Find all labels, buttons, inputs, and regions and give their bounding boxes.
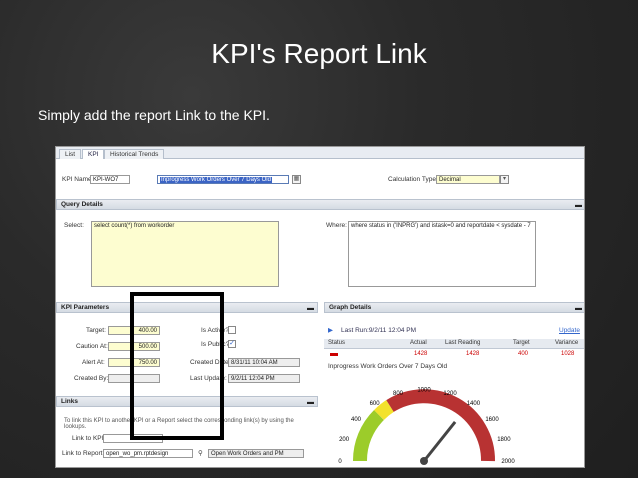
collapse-icon[interactable]: ▬ [307, 398, 314, 408]
caution-label: Caution At: [76, 343, 108, 350]
collapse-icon[interactable]: ▬ [575, 304, 582, 314]
kpi-description-text: Inprogress Work Orders Over 7 Days Old [160, 177, 272, 183]
created-date-field: 8/31/11 10:04 AM [228, 358, 300, 367]
gauge-tick-label: 200 [339, 437, 350, 443]
kpi-name-field[interactable]: KPI-WO7 [90, 175, 130, 184]
gauge-tick-label: 1600 [485, 417, 499, 423]
last-run-text: Last Run:9/2/11 12:04 PM [341, 327, 417, 334]
gauge-band-yellow [373, 400, 394, 421]
gauge-tick-label: 1800 [497, 437, 511, 443]
target-label: Target: [86, 327, 106, 334]
graph-details-header[interactable]: Graph Details ▬ [324, 302, 584, 314]
gauge-band-green [352, 410, 385, 462]
gauge-tick-label: 1400 [467, 401, 481, 407]
slide-subtitle: Simply add the report Link to the KPI. [38, 107, 270, 123]
variance-value: 1028 [561, 351, 575, 357]
collapse-icon[interactable]: ▬ [307, 304, 314, 314]
update-link[interactable]: Update [559, 327, 580, 334]
search-icon[interactable]: ⚲ [198, 449, 203, 457]
gauge-tick-label: 600 [370, 401, 381, 407]
gauge-needle [422, 420, 457, 462]
actual-value: 1428 [414, 351, 428, 357]
highlight-box [130, 292, 224, 440]
gauge-tick-label: 1000 [417, 388, 431, 394]
kpi-description-field[interactable]: Inprogress Work Orders Over 7 Days Old [157, 175, 289, 184]
col-last-reading: Last Reading [445, 340, 481, 346]
chevron-down-icon[interactable]: ▾ [500, 175, 509, 184]
col-status: Status [328, 340, 346, 346]
created-by-label: Created By: [74, 375, 109, 382]
graph-details-title: Graph Details [329, 304, 372, 311]
gauge-tick-label: 0 [338, 459, 342, 465]
gauge-tick-label: 2000 [501, 459, 515, 465]
slide-title: KPI's Report Link [211, 38, 427, 69]
kpi-name-label: KPI Name: [62, 176, 94, 183]
gauge-tick-label: 800 [393, 391, 404, 397]
collapse-icon[interactable]: ▬ [575, 201, 582, 211]
kpi-parameters-title: KPI Parameters [61, 304, 110, 311]
col-actual: Actual [410, 340, 427, 346]
last-reading-value: 1428 [466, 351, 480, 357]
query-details-title: Query Details [61, 201, 103, 208]
col-target: Target [513, 340, 530, 346]
select-field[interactable]: select count(*) from workorder [91, 221, 279, 287]
col-variance: Variance [555, 340, 579, 346]
table-row: 1428 1428 400 1028 [324, 350, 584, 359]
last-update-field: 9/2/11 12:04 PM [228, 374, 300, 383]
gauge-tick-label: 400 [351, 417, 362, 423]
is-public-checkbox[interactable]: ✓ [228, 340, 236, 348]
links-title: Links [61, 398, 78, 405]
graph-table-header: Status Actual Last Reading Target Varian… [324, 339, 584, 349]
refresh-icon[interactable]: ▶ [328, 326, 333, 334]
long-description-icon[interactable]: ▦ [292, 175, 301, 184]
tab-bar: List KPI Historical Trends [56, 147, 584, 159]
link-report-field[interactable]: open_wo_pm.rptdesign [103, 449, 193, 458]
link-kpi-label: Link to KPI: [72, 435, 106, 442]
gauge-tick-label: 1200 [443, 391, 457, 397]
select-label: Select: [64, 222, 84, 229]
alert-label: Alert At: [82, 359, 105, 366]
status-indicator [330, 353, 338, 356]
tab-list[interactable]: List [59, 149, 82, 159]
target-value: 400 [518, 351, 529, 357]
tab-kpi[interactable]: KPI [82, 149, 105, 159]
open-report-link[interactable]: Open Work Orders and PM [208, 449, 304, 458]
calc-type-label: Calculation Type: [388, 176, 438, 183]
where-field[interactable]: where status in ('INPRG') and istask=0 a… [348, 221, 536, 287]
link-report-label: Link to Report: [62, 450, 105, 457]
tab-historical-trends[interactable]: Historical Trends [104, 149, 165, 159]
query-details-header[interactable]: Query Details ▬ [56, 199, 584, 211]
calc-type-field[interactable]: Decimal [436, 175, 500, 184]
where-label: Where: [326, 222, 347, 229]
gauge-chart: 0 200 400 600 800 1000 1200 1400 1600 1800 2000 [338, 388, 515, 465]
graph-caption: Inprogress Work Orders Over 7 Days Old [328, 363, 448, 370]
is-active-checkbox[interactable] [228, 326, 236, 334]
gauge-hub [420, 457, 428, 465]
